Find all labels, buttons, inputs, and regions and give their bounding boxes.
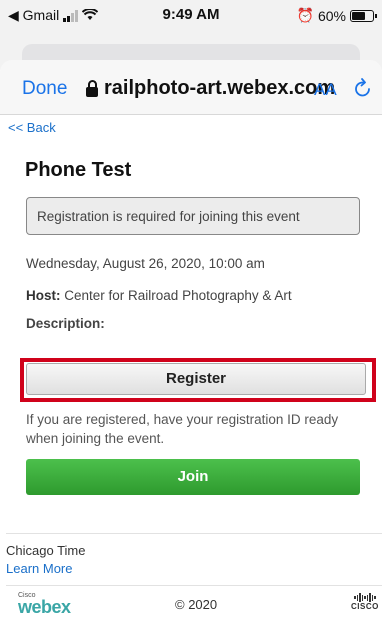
learn-more-link[interactable]: Learn More	[6, 561, 72, 576]
registered-hint: If you are registered, have your registr…	[26, 412, 339, 446]
footer-divider-2	[6, 585, 382, 586]
timezone-label: Chicago Time	[6, 543, 86, 558]
cisco-logo-text: CISCO	[351, 602, 379, 611]
cisco-logo-bars	[351, 593, 379, 602]
page-title: Phone Test	[25, 159, 132, 181]
back-link[interactable]: << Back	[8, 120, 56, 135]
status-bar: ◀ Gmail 9:49 AM ⏰ 60%	[0, 0, 382, 30]
text-size-label: AA	[314, 80, 337, 99]
description-label: Description:	[26, 316, 105, 331]
webex-logo: Cisco webex	[18, 592, 71, 618]
registration-notice: Registration is required for joining thi…	[26, 197, 360, 235]
reload-icon[interactable]	[354, 78, 372, 103]
event-date: Wednesday, August 26, 2020, 10:00 am	[26, 256, 265, 271]
url-text: railphoto-art.webex.com	[104, 77, 336, 99]
lock-icon	[86, 79, 98, 97]
host-value: Center for Railroad Photography & Art	[64, 288, 292, 303]
alarm-icon: ⏰	[296, 7, 314, 23]
event-host: Host: Center for Railroad Photography & …	[26, 288, 292, 303]
battery-icon	[350, 9, 377, 22]
battery-percent: 60%	[317, 7, 346, 24]
join-button[interactable]: Join	[26, 459, 360, 495]
footer-divider	[6, 533, 382, 534]
done-button[interactable]: Done	[22, 78, 67, 100]
url-display[interactable]: railphoto-art.webex.com	[86, 77, 335, 100]
text-size-button[interactable]: AA	[314, 80, 337, 100]
host-label: Host:	[26, 288, 61, 303]
cisco-logo: CISCO	[351, 593, 379, 611]
browser-nav-bar: Done railphoto-art.webex.com AA	[0, 60, 382, 115]
webex-logo-text: webex	[18, 597, 71, 617]
register-button[interactable]: Register	[26, 363, 366, 395]
status-right: ⏰ 60%	[296, 7, 377, 24]
copyright: © 2020	[175, 597, 218, 612]
